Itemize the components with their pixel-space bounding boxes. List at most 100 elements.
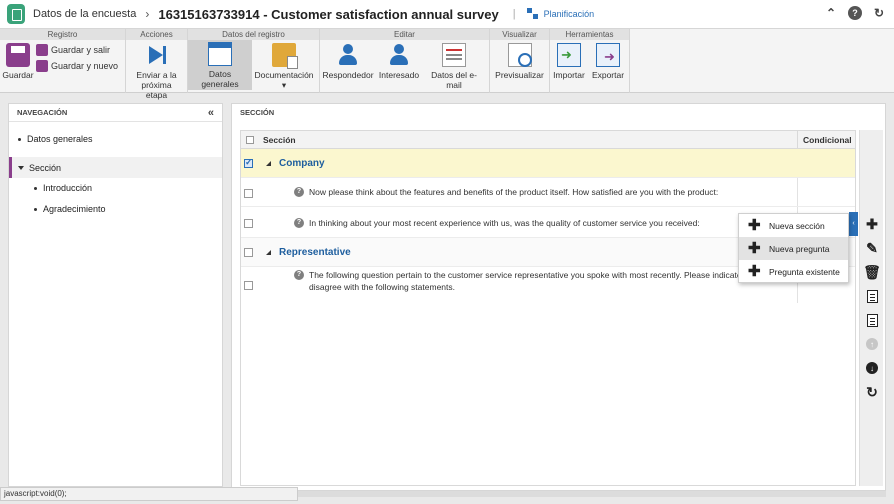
row-checkbox[interactable] bbox=[244, 219, 253, 228]
nav-item-general-data[interactable]: Datos generales bbox=[18, 134, 93, 144]
side-toolbar: ✚ ✎ 🗑 ↑ ↓ ↻ bbox=[859, 130, 883, 486]
window-controls: ⌃ ? ↻ bbox=[824, 6, 886, 20]
row-checkbox[interactable] bbox=[244, 157, 253, 168]
edit-icon[interactable]: ✎ bbox=[864, 240, 880, 256]
horizontal-scrollbar[interactable] bbox=[298, 491, 886, 497]
form-icon bbox=[208, 42, 232, 66]
table-row[interactable]: Company bbox=[241, 149, 855, 178]
expand-arrow-icon[interactable] bbox=[18, 165, 24, 170]
navigation-header: NAVEGACIÓN « bbox=[9, 104, 222, 122]
delete-icon[interactable]: 🗑 bbox=[863, 264, 881, 280]
export-icon bbox=[596, 43, 620, 67]
folder-icon bbox=[272, 43, 298, 69]
breadcrumb-separator: › bbox=[145, 7, 150, 21]
group-label: Registro bbox=[0, 29, 125, 40]
plus-icon: ✚ bbox=[748, 262, 761, 280]
email-data-button[interactable]: Datos del e-mail bbox=[422, 43, 486, 90]
group-label: Datos del registro bbox=[188, 29, 319, 40]
ribbon-toolbar: Registro Guardar Guardar y salir Guardar… bbox=[0, 29, 894, 100]
group-label: Editar bbox=[320, 29, 489, 40]
view-details-icon[interactable] bbox=[864, 288, 880, 304]
menu-pointer-tab: ‹ bbox=[849, 212, 858, 236]
move-down-icon[interactable]: ↓ bbox=[864, 360, 880, 376]
question-icon: ? bbox=[294, 270, 304, 280]
save-new-icon bbox=[36, 60, 48, 72]
copy-icon[interactable] bbox=[864, 312, 880, 328]
page-title: 16315163733914 - Customer satisfaction a… bbox=[158, 6, 499, 22]
question-text: The following question pertain to the cu… bbox=[309, 270, 786, 292]
group-herramientas: Herramientas Importar Exportar bbox=[550, 29, 630, 93]
column-header-section[interactable]: Sección bbox=[261, 131, 296, 149]
respondent-button[interactable]: Respondedor bbox=[320, 43, 376, 90]
nav-item-introduction[interactable]: Introducción bbox=[34, 183, 92, 193]
group-label: Visualizar bbox=[490, 29, 549, 40]
import-icon bbox=[557, 43, 581, 67]
send-next-stage-button[interactable]: Enviar a la próxima etapa bbox=[126, 43, 187, 100]
question-icon: ? bbox=[294, 218, 304, 228]
preview-icon bbox=[507, 43, 532, 67]
group-label: Acciones bbox=[126, 29, 187, 40]
save-button[interactable]: Guardar bbox=[0, 43, 36, 80]
planning-link[interactable]: Planificación bbox=[544, 9, 595, 19]
help-icon[interactable]: ? bbox=[848, 6, 862, 20]
interested-button[interactable]: Interesado bbox=[376, 43, 422, 90]
move-up-icon[interactable]: ↑ bbox=[864, 336, 880, 352]
next-stage-icon bbox=[145, 43, 169, 67]
general-data-button[interactable]: Datos generales bbox=[188, 40, 252, 90]
email-icon bbox=[442, 43, 466, 67]
person-icon bbox=[336, 43, 360, 67]
divider: | bbox=[512, 8, 516, 20]
plus-icon: ✚ bbox=[748, 216, 761, 234]
section-panel: SECCIÓN Sección Condicional Company ? No… bbox=[231, 103, 886, 491]
table-row[interactable]: ? Now please think about the features an… bbox=[241, 178, 855, 207]
row-checkbox[interactable] bbox=[244, 281, 253, 290]
add-icon[interactable]: ✚ bbox=[864, 216, 880, 232]
section-title: Company bbox=[279, 158, 325, 169]
question-text: In thinking about your most recent exper… bbox=[309, 218, 700, 228]
save-and-new-button[interactable]: Guardar y nuevo bbox=[36, 60, 118, 72]
collapse-ribbon-icon[interactable]: ⌃ bbox=[824, 6, 838, 20]
collapse-arrow-icon[interactable] bbox=[266, 250, 271, 255]
select-all-checkbox[interactable] bbox=[246, 136, 254, 144]
section-grid: Sección Condicional Company ? Now please… bbox=[240, 130, 856, 486]
question-text: Now please think about the features and … bbox=[309, 187, 719, 197]
plus-icon: ✚ bbox=[748, 239, 761, 257]
title-bar: Datos de la encuesta › 16315163733914 - … bbox=[0, 0, 894, 29]
collapse-arrow-icon[interactable] bbox=[266, 161, 271, 166]
breadcrumb-root[interactable]: Datos de la encuesta bbox=[33, 8, 136, 20]
refresh-icon[interactable]: ↻ bbox=[872, 6, 886, 20]
group-editar: Editar Respondedor Interesado Datos del … bbox=[320, 29, 490, 93]
collapse-panel-icon[interactable]: « bbox=[208, 104, 214, 122]
column-header-conditional[interactable]: Condicional bbox=[797, 131, 857, 149]
person-icon bbox=[387, 43, 411, 67]
nav-item-thanks[interactable]: Agradecimiento bbox=[34, 204, 106, 214]
group-registro: Registro Guardar Guardar y salir Guardar… bbox=[0, 29, 126, 93]
add-menu-popup: ✚ Nueva sección ✚ Nueva pregunta ✚ Pregu… bbox=[738, 213, 849, 283]
menu-item-new-question[interactable]: ✚ Nueva pregunta bbox=[739, 237, 848, 260]
row-checkbox[interactable] bbox=[244, 189, 253, 198]
dropdown-arrow-icon: ▾ bbox=[281, 80, 287, 90]
survey-app-icon bbox=[7, 4, 25, 24]
save-exit-icon bbox=[36, 44, 48, 56]
question-icon: ? bbox=[294, 187, 304, 197]
group-datos-registro: Datos del registro Datos generales Docum… bbox=[188, 29, 320, 93]
row-checkbox[interactable] bbox=[244, 248, 253, 257]
refresh-list-icon[interactable]: ↻ bbox=[864, 384, 880, 400]
bullet-icon bbox=[34, 186, 37, 190]
navigation-panel: NAVEGACIÓN « Datos generales Sección Int… bbox=[8, 103, 223, 487]
preview-button[interactable]: Previsualizar bbox=[490, 43, 549, 80]
save-and-exit-button[interactable]: Guardar y salir bbox=[36, 44, 118, 56]
nav-item-section[interactable]: Sección bbox=[9, 157, 222, 178]
section-title: Representative bbox=[279, 247, 351, 258]
import-button[interactable]: Importar bbox=[550, 43, 588, 80]
status-bar: javascript:void(0); bbox=[0, 487, 298, 501]
documentation-button[interactable]: Documentación ▾ bbox=[252, 43, 316, 91]
group-visualizar: Visualizar Previsualizar bbox=[490, 29, 550, 93]
export-button[interactable]: Exportar bbox=[588, 43, 628, 80]
planning-icon[interactable] bbox=[526, 7, 540, 21]
menu-item-existing-question[interactable]: ✚ Pregunta existente bbox=[739, 260, 848, 283]
bullet-icon bbox=[34, 207, 37, 211]
group-acciones: Acciones Enviar a la próxima etapa bbox=[126, 29, 188, 100]
menu-item-new-section[interactable]: ✚ Nueva sección bbox=[739, 214, 848, 237]
bullet-icon bbox=[18, 137, 21, 141]
